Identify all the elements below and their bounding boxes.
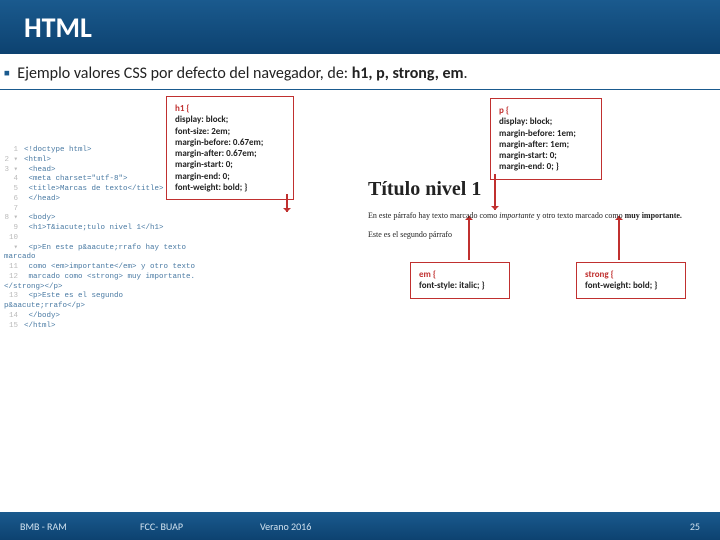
footer-center2: Verano 2016 bbox=[260, 520, 311, 533]
slide-title: HTML bbox=[24, 10, 92, 45]
subheading-text: Ejemplo valores CSS por defecto del nave… bbox=[17, 64, 467, 83]
footer-bar: BMB - RAM FCC- BUAP Verano 2016 25 bbox=[0, 512, 720, 540]
css-selector: strong { bbox=[585, 269, 677, 280]
css-box-em: em { font-style: italic; } bbox=[410, 262, 510, 299]
css-box-strong: strong { font-weight: bold; } bbox=[576, 262, 686, 299]
title-bar: HTML bbox=[0, 0, 720, 54]
source-code: 1<!doctype html> 2 ▾<html> 3 ▾ <head> 4 … bbox=[4, 146, 204, 331]
subheading-row: ▪ Ejemplo valores CSS por defecto del na… bbox=[0, 58, 720, 90]
render-p2: Este es el segundo párrafo bbox=[368, 230, 708, 239]
css-selector: p { bbox=[499, 105, 593, 116]
render-h1: Título nivel 1 bbox=[368, 178, 708, 201]
css-selector: em { bbox=[419, 269, 501, 280]
bullet-icon: ▪ bbox=[4, 64, 10, 83]
content-stage: h1 { display: block; font-size: 2em; mar… bbox=[0, 96, 720, 456]
footer-left: BMB - RAM bbox=[20, 520, 140, 533]
render-preview: Título nivel 1 En este párrafo hay texto… bbox=[368, 178, 708, 249]
render-p1: En este párrafo hay texto marcado como i… bbox=[368, 211, 708, 220]
css-box-p: p { display: block; margin-before: 1em; … bbox=[490, 98, 602, 180]
css-selector: h1 { bbox=[175, 103, 285, 114]
arrow-h1-down bbox=[286, 194, 288, 212]
footer-page: 25 bbox=[690, 520, 700, 533]
footer-center1: FCC- BUAP bbox=[140, 520, 260, 533]
